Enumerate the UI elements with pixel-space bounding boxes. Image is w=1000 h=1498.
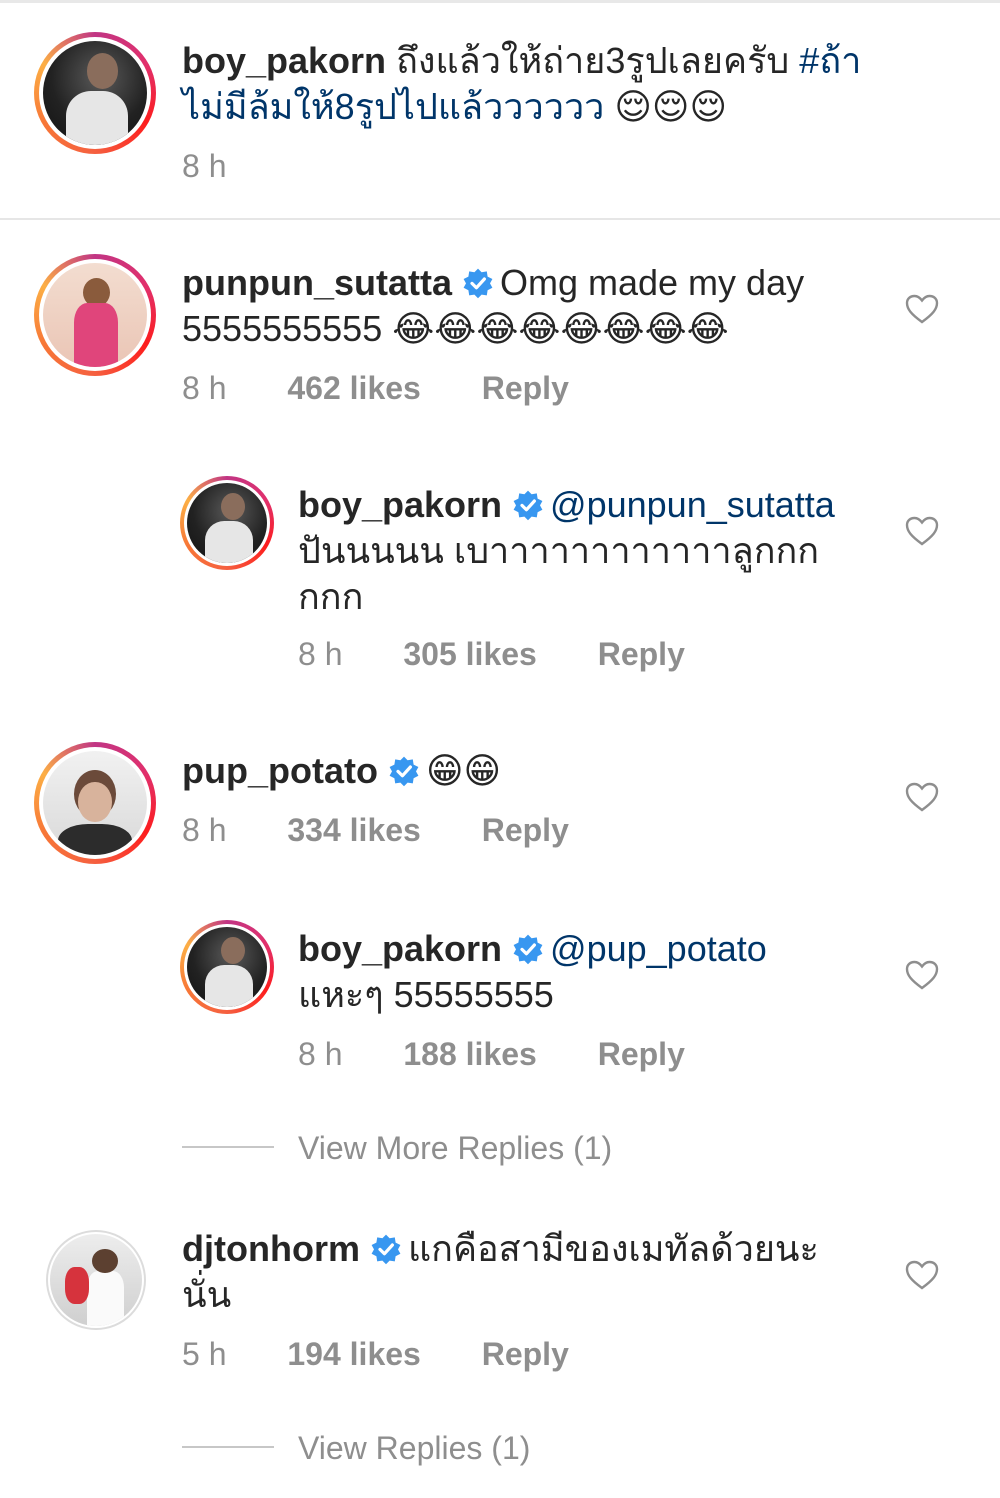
comment-emojis: 😂😂😂😂😂😂😂😂 — [392, 309, 729, 350]
reply-text-1: boy_pakorn @punpun_sutatta ปันนนนน เบาาาา… — [298, 482, 898, 620]
view-replies-line — [182, 1446, 274, 1448]
comment-time: 8 h — [182, 370, 227, 406]
caption-username[interactable]: boy_pakorn — [182, 40, 386, 81]
reply-button[interactable]: Reply — [482, 370, 569, 407]
comment-username[interactable]: pup_potato — [182, 750, 378, 791]
verified-badge-icon — [513, 490, 543, 521]
caption-time: 8 h — [182, 148, 227, 184]
comment-emojis: 😁😁 — [425, 751, 502, 792]
caption-body: ถึงแล้วให้ถ่าย3รูปเลยครับ — [396, 40, 790, 81]
caption-hashtag[interactable]: #ถ้า — [799, 40, 861, 81]
likes-count[interactable]: 188 likes — [403, 1036, 536, 1073]
reply-mention[interactable]: @pup_potato — [550, 928, 767, 969]
view-more-replies-button[interactable]: View More Replies (1) — [298, 1130, 612, 1167]
verified-badge-icon — [513, 934, 543, 965]
reply-body-line2: กกก — [298, 576, 364, 617]
verified-badge-icon — [463, 268, 493, 299]
comment-username[interactable]: punpun_sutatta — [182, 262, 452, 303]
heart-icon[interactable] — [905, 1260, 939, 1290]
comment-username[interactable]: djtonhorm — [182, 1228, 360, 1269]
comment-body: แกคือสามีของเมทัลด้วยนะ — [407, 1228, 819, 1269]
verified-badge-icon — [389, 756, 419, 787]
comment-avatar-djtonhorm[interactable] — [46, 1230, 146, 1330]
reply-username[interactable]: boy_pakorn — [298, 928, 502, 969]
reply-button[interactable]: Reply — [482, 1336, 569, 1373]
reply-avatar-boy-pakorn[interactable] — [180, 476, 274, 570]
heart-icon[interactable] — [905, 516, 939, 546]
comment-meta-djtonhorm: 5 h 194 likes Reply — [182, 1336, 569, 1373]
comment-body: Omg made my day — [499, 262, 805, 303]
comment-meta-pup-potato: 8 h 334 likes Reply — [182, 812, 569, 849]
caption-emojis: 😌😌😌 — [614, 87, 727, 128]
comment-text-djtonhorm: djtonhorm แกคือสามีของเมทัลด้วยนะ นั่น — [182, 1226, 882, 1318]
likes-count[interactable]: 334 likes — [287, 812, 420, 849]
reply-meta-1: 8 h 305 likes Reply — [298, 636, 685, 673]
caption-divider — [0, 218, 1000, 220]
heart-icon[interactable] — [905, 782, 939, 812]
reply-time: 8 h — [298, 1036, 343, 1072]
comment-text-pup-potato: pup_potato 😁😁 — [182, 748, 882, 795]
likes-count[interactable]: 194 likes — [287, 1336, 420, 1373]
reply-body: ปันนนนน เบาาาาาาาาาาาาลูกกก — [298, 530, 820, 571]
heart-icon[interactable] — [905, 960, 939, 990]
comment-avatar-punpun[interactable] — [34, 254, 156, 376]
reply-text-2: boy_pakorn @pup_potato แหะๆ 55555555 — [298, 926, 898, 1018]
caption-text: boy_pakorn ถึงแล้วให้ถ่าย3รูปเลยครับ #ถ้… — [182, 38, 962, 131]
reply-avatar-boy-pakorn[interactable] — [180, 920, 274, 1014]
reply-meta-2: 8 h 188 likes Reply — [298, 1036, 685, 1073]
comment-meta-punpun: 8 h 462 likes Reply — [182, 370, 569, 407]
likes-count[interactable]: 305 likes — [403, 636, 536, 673]
verified-badge-icon — [371, 1234, 401, 1265]
reply-body: แหะๆ 55555555 — [298, 974, 554, 1015]
comment-time: 8 h — [182, 812, 227, 848]
comment-text-punpun: punpun_sutatta Omg made my day 5555555555… — [182, 260, 882, 353]
top-border — [0, 0, 1000, 3]
reply-time: 8 h — [298, 636, 343, 672]
reply-username[interactable]: boy_pakorn — [298, 484, 502, 525]
caption-meta: 8 h — [182, 148, 226, 185]
reply-button[interactable]: Reply — [598, 1036, 685, 1073]
reply-button[interactable]: Reply — [598, 636, 685, 673]
heart-icon[interactable] — [905, 294, 939, 324]
caption-hashtag-cont[interactable]: ไม่มีล้มให้8รูปไปแล้วววววว — [182, 86, 604, 127]
comment-avatar-pup-potato[interactable] — [34, 742, 156, 864]
comment-body-line2: นั่น — [182, 1274, 232, 1315]
caption-avatar[interactable] — [34, 32, 156, 154]
comment-body-line2: 5555555555 — [182, 308, 383, 349]
comment-time: 5 h — [182, 1336, 227, 1372]
view-replies-button[interactable]: View Replies (1) — [298, 1430, 530, 1467]
reply-button[interactable]: Reply — [482, 812, 569, 849]
likes-count[interactable]: 462 likes — [287, 370, 420, 407]
reply-mention[interactable]: @punpun_sutatta — [550, 484, 835, 525]
more-replies-line — [182, 1146, 274, 1148]
